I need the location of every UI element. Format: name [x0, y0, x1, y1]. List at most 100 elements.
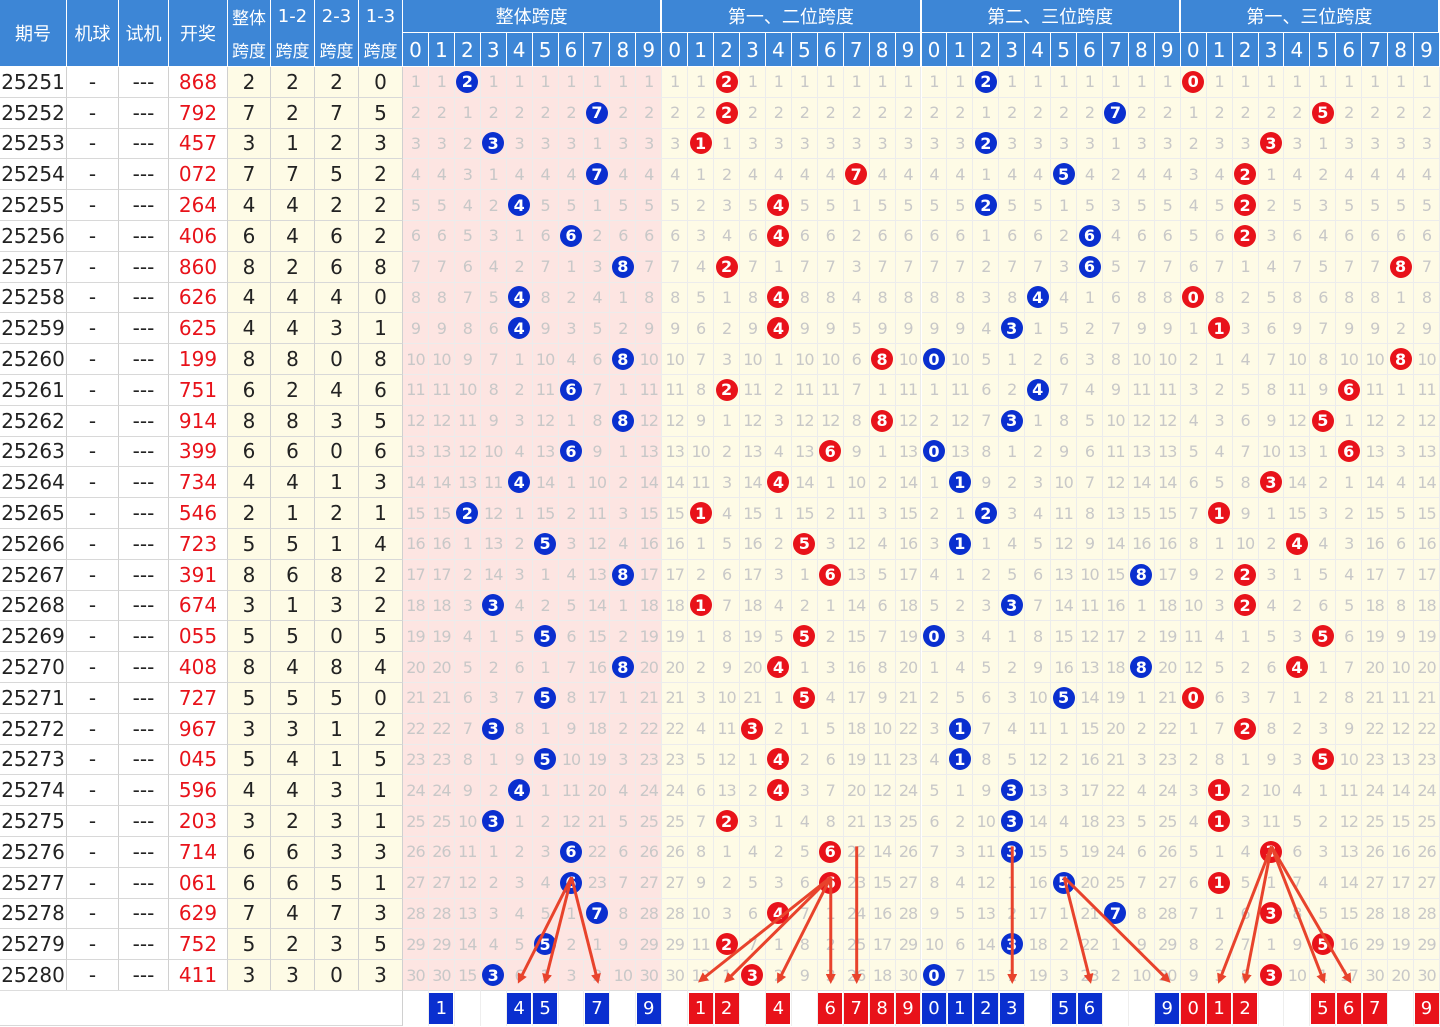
- trend-cell: 2: [791, 590, 818, 622]
- trend-cell: 2: [869, 97, 896, 129]
- trend-cell: 19: [740, 621, 766, 653]
- cell-span-1: 6: [271, 837, 315, 868]
- trend-cell: 13: [636, 436, 663, 468]
- trend-cell: 1: [947, 775, 974, 807]
- prediction-cell: [1102, 990, 1129, 1026]
- trend-cell: 8: [1206, 744, 1233, 776]
- trend-cell: 10: [584, 467, 611, 499]
- trend-cell: 12: [662, 405, 689, 437]
- header-digit-1-2: 2: [714, 33, 741, 67]
- trend-cell: 1: [480, 159, 507, 191]
- trend-cell: 1: [921, 652, 948, 683]
- trend-cell: 8: [1206, 282, 1233, 314]
- trend-cell: 12: [688, 960, 715, 991]
- trend-cell: 6: [817, 867, 844, 899]
- trend-cell: 7: [921, 251, 948, 283]
- trend-cell: 10: [428, 344, 455, 375]
- trend-cell: 2: [921, 405, 948, 437]
- prediction-digit: 2: [714, 993, 739, 1024]
- trend-cell: 15: [1128, 498, 1155, 529]
- trend-cell: 4: [1154, 159, 1181, 191]
- trend-cell: 23: [403, 744, 429, 776]
- trend-cell: 17: [1414, 559, 1440, 591]
- trend-cell: 6: [688, 313, 715, 345]
- trend-cell: 8: [817, 806, 844, 837]
- trend-cell: 1: [714, 405, 741, 437]
- cell-span-2: 2: [315, 67, 359, 98]
- span-ball: 3: [482, 717, 505, 740]
- cell-trial: ---: [119, 837, 169, 868]
- trend-cell: 7: [1258, 344, 1285, 375]
- cell-machine: -: [67, 929, 119, 961]
- trend-cell: 22: [636, 713, 663, 745]
- trend-cell: 1: [506, 344, 533, 375]
- cell-span-3: 5: [359, 405, 403, 437]
- header-digit-3-2: 2: [1232, 33, 1259, 67]
- trend-cell: 14: [1154, 467, 1181, 499]
- trend-cell: 4: [506, 313, 533, 345]
- trend-cell: 22: [1414, 713, 1440, 745]
- cell-machine: -: [67, 467, 119, 499]
- trend-cell: 4: [1336, 559, 1363, 591]
- trend-cell: 1: [584, 128, 611, 160]
- trend-cell: 2: [791, 97, 818, 129]
- cell-span-1: 4: [271, 775, 315, 807]
- cell-issue: 25274: [0, 775, 67, 807]
- span-ball: 0: [922, 440, 945, 463]
- trend-cell: 10: [1414, 344, 1440, 375]
- trend-cell: 13: [428, 436, 455, 468]
- trend-cell: 1: [1310, 67, 1337, 98]
- trend-cell: 18: [1025, 929, 1052, 961]
- cell-machine: -: [67, 190, 119, 221]
- trend-cell: 8: [688, 837, 715, 868]
- trend-cell: 8: [869, 344, 896, 375]
- trend-cell: 7: [895, 251, 922, 283]
- span-ball: 2: [1234, 194, 1257, 217]
- trend-cell: 6: [636, 221, 663, 252]
- span-ball: 8: [871, 348, 894, 371]
- trend-cell: 1: [1284, 559, 1311, 591]
- trend-cell: 6: [1077, 436, 1103, 468]
- header-overall_span-line1: 整体: [228, 0, 271, 33]
- trend-cell: 1: [1102, 929, 1129, 961]
- trend-cell: 6: [403, 221, 429, 252]
- cell-span-0: 3: [228, 960, 271, 991]
- trend-cell: 2: [506, 375, 533, 406]
- trend-cell: 7: [1102, 97, 1129, 129]
- trend-cell: 8: [1128, 282, 1155, 314]
- trend-cell: 1: [1102, 67, 1129, 98]
- trend-cell: 2: [1128, 97, 1155, 129]
- trend-cell: 1: [1336, 467, 1363, 499]
- span-ball: 3: [1000, 409, 1023, 432]
- span-ball: 4: [767, 224, 790, 247]
- trend-cell: 5: [403, 190, 429, 221]
- trend-cell: 30: [636, 960, 663, 991]
- trend-cell: 5: [1310, 621, 1337, 653]
- prediction-cell: [662, 990, 689, 1026]
- trend-cell: 8: [558, 683, 585, 714]
- trend-cell: 21: [1362, 683, 1389, 714]
- trend-cell: 3: [999, 128, 1026, 160]
- trend-cell: 6: [1284, 837, 1311, 868]
- trend-cell: 9: [1336, 313, 1363, 345]
- trend-cell: 14: [1284, 467, 1311, 499]
- cell-draw: 868: [169, 67, 228, 98]
- trend-cell: 16: [1025, 867, 1052, 899]
- trend-cell: 4: [765, 436, 792, 468]
- trend-cell: 13: [843, 559, 870, 591]
- trend-cell: 2: [480, 97, 507, 129]
- trend-cell: 1: [765, 929, 792, 961]
- trend-cell: 8: [1154, 282, 1181, 314]
- trend-cell: 7: [1025, 590, 1052, 622]
- trend-cell: 8: [428, 282, 455, 314]
- trend-cell: 6: [817, 559, 844, 591]
- cell-span-0: 5: [228, 621, 271, 653]
- trend-cell: 19: [636, 621, 663, 653]
- trend-cell: 20: [740, 652, 766, 683]
- trend-cell: 3: [480, 221, 507, 252]
- trend-cell: 2: [1232, 559, 1259, 591]
- prediction-digit: 7: [1362, 993, 1387, 1024]
- trend-cell: 11: [1336, 775, 1363, 807]
- cell-machine: -: [67, 529, 119, 560]
- prediction-cell: [740, 990, 766, 1026]
